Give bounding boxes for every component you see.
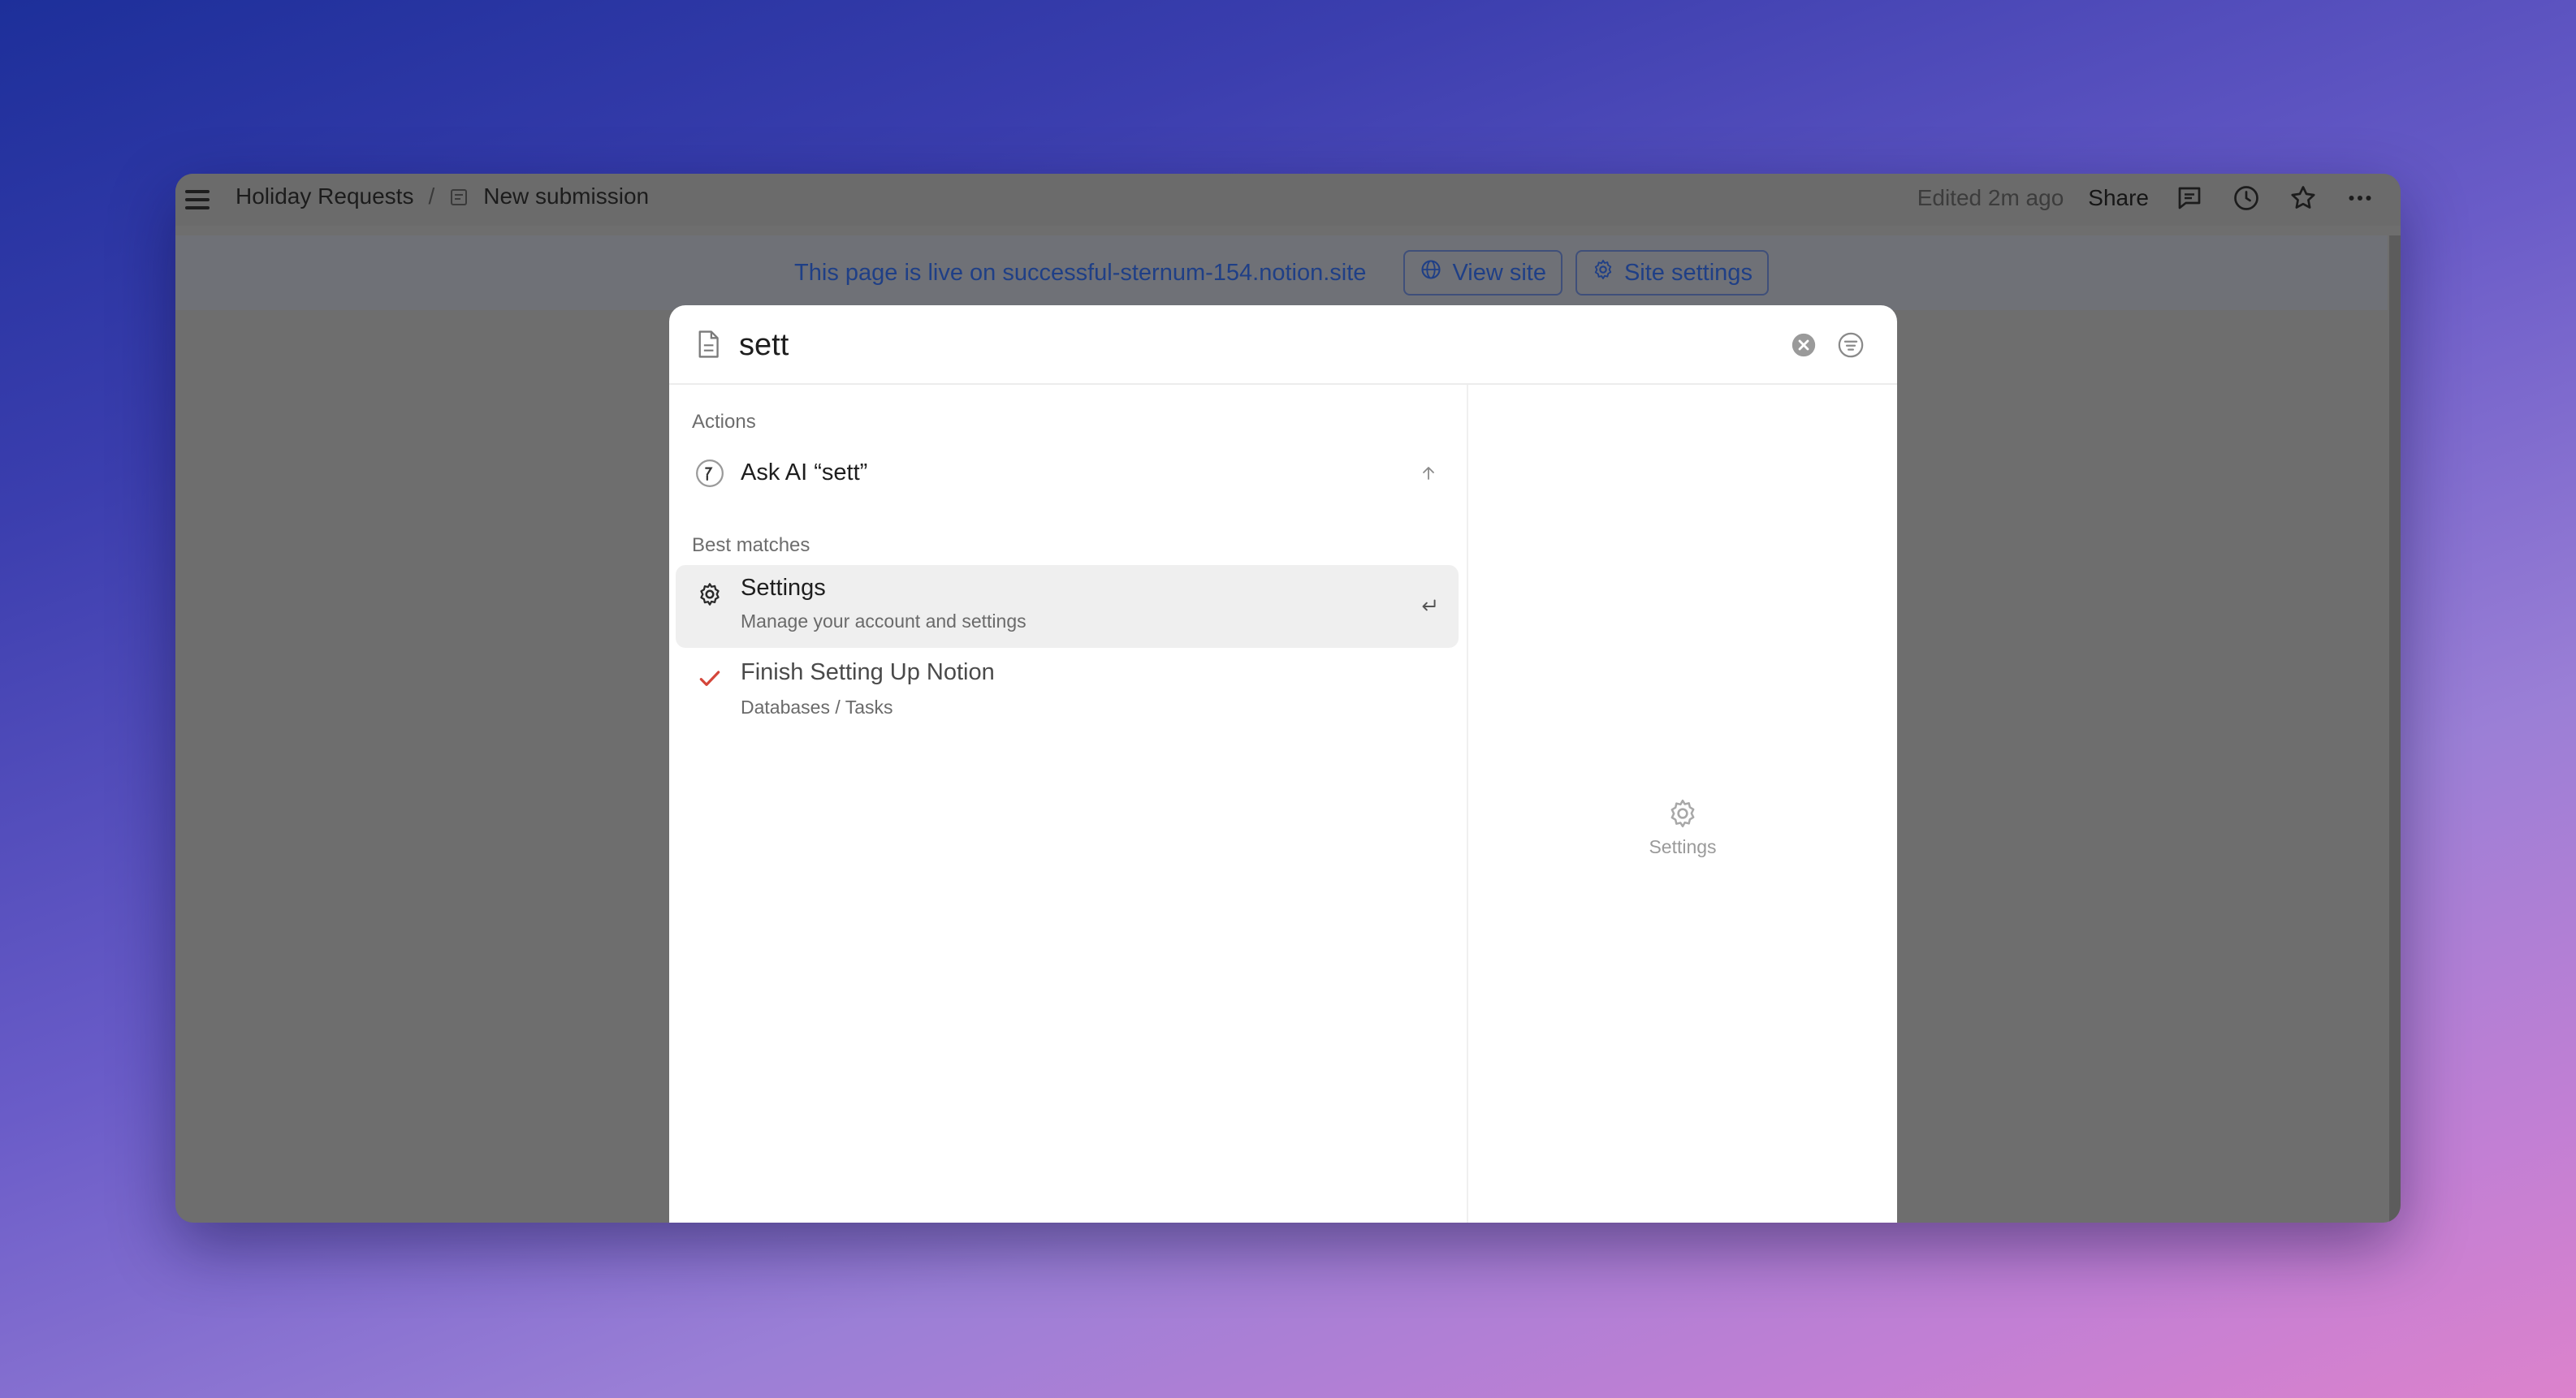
sidebar-toggle-icon[interactable] — [182, 187, 213, 213]
preview-pane: Settings — [1468, 385, 1897, 1223]
site-settings-button[interactable]: Site settings — [1575, 250, 1769, 296]
gear-icon — [1666, 797, 1699, 830]
gear-icon — [1592, 258, 1614, 287]
result-settings[interactable]: Settings Manage your account and setting… — [676, 565, 1459, 648]
results-list: Actions Ask AI “sett” Best matches Setti… — [669, 385, 1465, 1223]
edited-status: Edited 2m ago — [1917, 185, 2064, 210]
checkmark-icon — [694, 662, 726, 695]
preview-label: Settings — [1649, 836, 1717, 857]
breadcrumb-separator: / — [428, 183, 435, 209]
ask-ai-action[interactable]: Ask AI “sett” — [676, 448, 1459, 498]
history-icon[interactable] — [2230, 182, 2263, 214]
view-site-button[interactable]: View site — [1403, 250, 1562, 296]
enter-key-icon — [1416, 594, 1441, 619]
banner-text[interactable]: This page is live on successful-sternum-… — [794, 260, 1366, 287]
actions-section-label: Actions — [692, 411, 756, 433]
top-bar: Holiday Requests / New submission Edited… — [175, 174, 2401, 226]
search-input[interactable] — [737, 323, 1715, 367]
result-title: Settings — [741, 575, 826, 601]
more-icon[interactable] — [2344, 182, 2376, 214]
comments-icon[interactable] — [2173, 182, 2206, 214]
share-button[interactable]: Share — [2088, 185, 2149, 211]
ask-ai-label: Ask AI “sett” — [741, 460, 868, 485]
view-site-label: View site — [1452, 259, 1546, 286]
breadcrumb: Holiday Requests / New submission — [236, 183, 649, 209]
filter-icon[interactable] — [1837, 331, 1865, 359]
result-finish-setting-up[interactable]: Finish Setting Up Notion Databases / Tas… — [676, 651, 1459, 729]
best-matches-section-label: Best matches — [692, 534, 810, 556]
star-icon[interactable] — [2287, 182, 2319, 214]
form-icon — [449, 187, 469, 206]
live-site-banner: This page is live on successful-sternum-… — [175, 235, 2388, 310]
top-actions: Edited 2m ago Share — [1917, 182, 2376, 214]
breadcrumb-parent[interactable]: Holiday Requests — [236, 183, 413, 209]
page-icon — [695, 330, 721, 359]
site-settings-label: Site settings — [1623, 259, 1753, 286]
globe-icon — [1420, 258, 1442, 287]
search-modal: Actions Ask AI “sett” Best matches Setti… — [669, 305, 1897, 1223]
clear-icon[interactable] — [1790, 331, 1817, 359]
search-bar — [669, 305, 1897, 385]
gear-icon — [694, 578, 726, 611]
arrow-up-icon — [1416, 461, 1441, 485]
result-path: Databases / Tasks — [741, 697, 893, 718]
scrollbar[interactable] — [2389, 235, 2401, 1223]
breadcrumb-current[interactable]: New submission — [483, 183, 649, 209]
ai-face-icon — [694, 457, 726, 490]
result-title: Finish Setting Up Notion — [741, 659, 995, 685]
result-subtitle: Manage your account and settings — [741, 611, 1027, 632]
